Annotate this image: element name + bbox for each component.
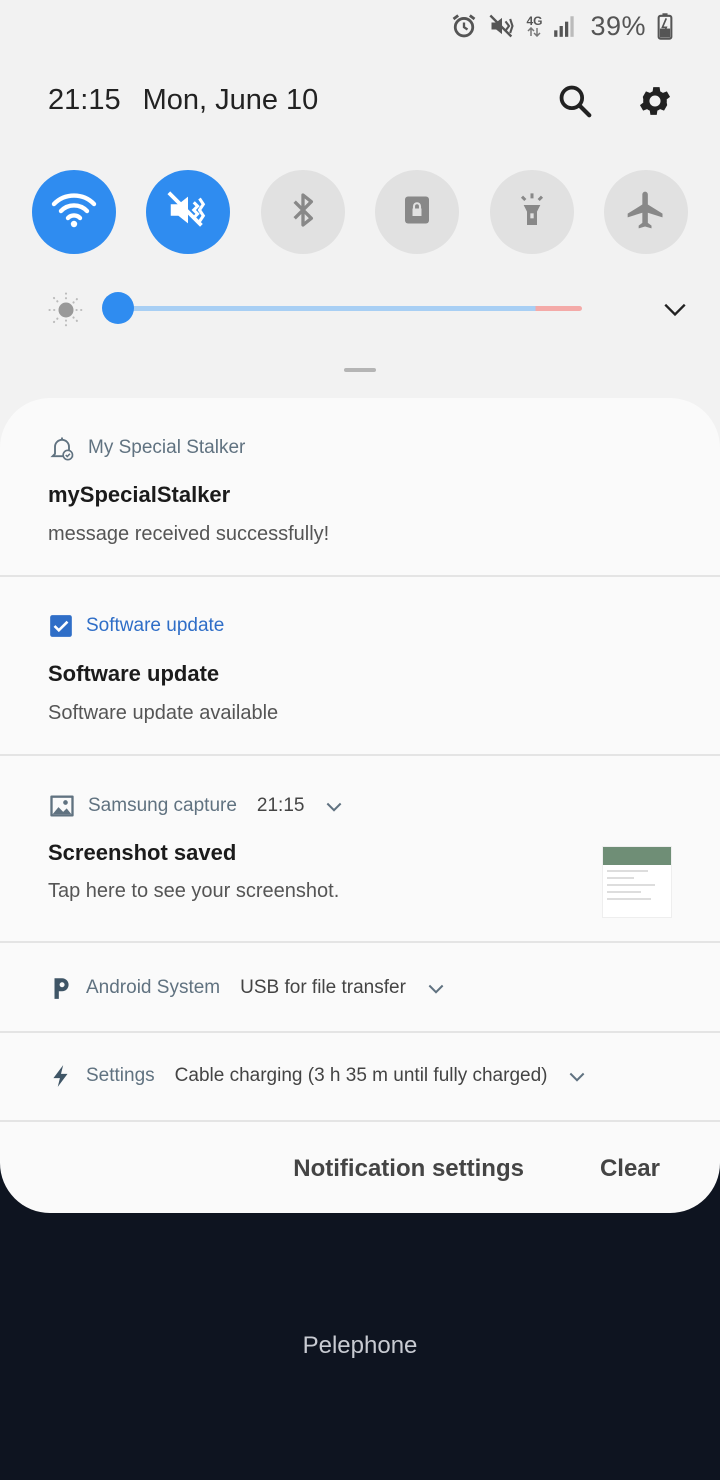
mute-toggle[interactable] (146, 170, 231, 254)
battery-charging-icon (656, 12, 674, 40)
notification-app-row: Samsung capture 21:15 (48, 792, 344, 820)
status-bar: 4G 39% (450, 8, 674, 44)
chevron-down-icon[interactable] (567, 1066, 587, 1086)
notification-panel: My Special Stalker mySpecialStalker mess… (0, 398, 720, 1213)
notification-body: message received successfully! (48, 523, 330, 545)
lightning-icon (48, 1063, 74, 1089)
clock-date: 21:15 Mon, June 10 (48, 84, 318, 117)
notification-title: Screenshot saved (48, 840, 237, 865)
brightness-slider-track[interactable] (118, 306, 582, 311)
clock-time: 21:15 (48, 84, 121, 116)
mute-status-icon (488, 12, 516, 40)
notification-app-name: Software update (86, 615, 225, 636)
brightness-slider-thumb[interactable] (102, 292, 134, 324)
flashlight-toggle[interactable] (489, 170, 574, 254)
bluetooth-icon (283, 190, 323, 235)
android-system-icon (48, 975, 74, 1001)
search-icon[interactable] (556, 82, 594, 120)
chevron-down-icon[interactable] (662, 296, 688, 327)
notification-footer: Notification settings Clear (293, 1155, 660, 1183)
alarm-icon (450, 12, 478, 40)
clock-date-label: Mon, June 10 (142, 84, 319, 116)
notification-app-name: Android System (86, 977, 221, 998)
drag-handle[interactable] (344, 368, 376, 372)
clear-button[interactable]: Clear (600, 1155, 660, 1183)
network-type-icon: 4G (526, 15, 542, 37)
notification-body: Software update available (48, 702, 279, 724)
airplane-toggle[interactable] (603, 170, 688, 254)
signal-icon (552, 13, 578, 39)
bluetooth-toggle[interactable] (260, 170, 345, 254)
rotation-lock-icon (399, 192, 435, 233)
notification-title: mySpecialStalker (48, 482, 231, 507)
mute-icon (165, 187, 211, 238)
notification-software-update[interactable]: Software update Software update Software… (0, 577, 720, 756)
brightness-control (48, 288, 688, 328)
airplane-icon (624, 188, 668, 237)
bell-check-icon (48, 434, 76, 462)
header-actions (556, 82, 674, 120)
checkbox-icon (48, 613, 74, 639)
notification-summary: Cable charging (3 h 35 m until fully cha… (174, 1065, 548, 1086)
notification-app-name: Settings (86, 1065, 155, 1086)
notification-title: Software update (48, 661, 220, 686)
wifi-toggle[interactable] (32, 170, 116, 254)
notification-settings-charging[interactable]: Settings Cable charging (3 h 35 m until … (0, 1033, 720, 1122)
wifi-icon (50, 186, 98, 239)
chevron-down-icon[interactable] (426, 978, 446, 998)
notification-app-name: My Special Stalker (88, 437, 246, 458)
notification-app-name: Samsung capture (88, 795, 237, 816)
notification-android-system[interactable]: Android System USB for file transfer (0, 943, 720, 1033)
brightness-icon (48, 292, 84, 333)
notification-my-special-stalker[interactable]: My Special Stalker mySpecialStalker mess… (0, 398, 720, 577)
network-type-label: 4G (526, 14, 543, 28)
notification-settings-button[interactable]: Notification settings (293, 1155, 524, 1183)
notification-app-row: Software update (48, 613, 224, 639)
carrier-label: Pelephone (302, 1332, 418, 1359)
notification-app-row: My Special Stalker (48, 434, 245, 462)
chevron-down-icon[interactable] (324, 796, 344, 816)
notification-summary: USB for file transfer (240, 977, 406, 998)
notification-time: 21:15 (256, 795, 305, 816)
notification-app-row: Android System USB for file transfer (48, 975, 446, 1001)
rotation-lock-toggle[interactable] (375, 170, 460, 254)
battery-percent: 39% (590, 10, 646, 41)
notification-body: Tap here to see your screenshot. (48, 880, 340, 902)
screenshot-thumbnail[interactable] (602, 846, 672, 918)
image-icon (48, 792, 76, 820)
notification-app-row: Settings Cable charging (3 h 35 m until … (48, 1063, 587, 1089)
flashlight-icon (512, 190, 552, 235)
gear-icon[interactable] (636, 82, 674, 120)
quick-toggles (32, 170, 688, 254)
